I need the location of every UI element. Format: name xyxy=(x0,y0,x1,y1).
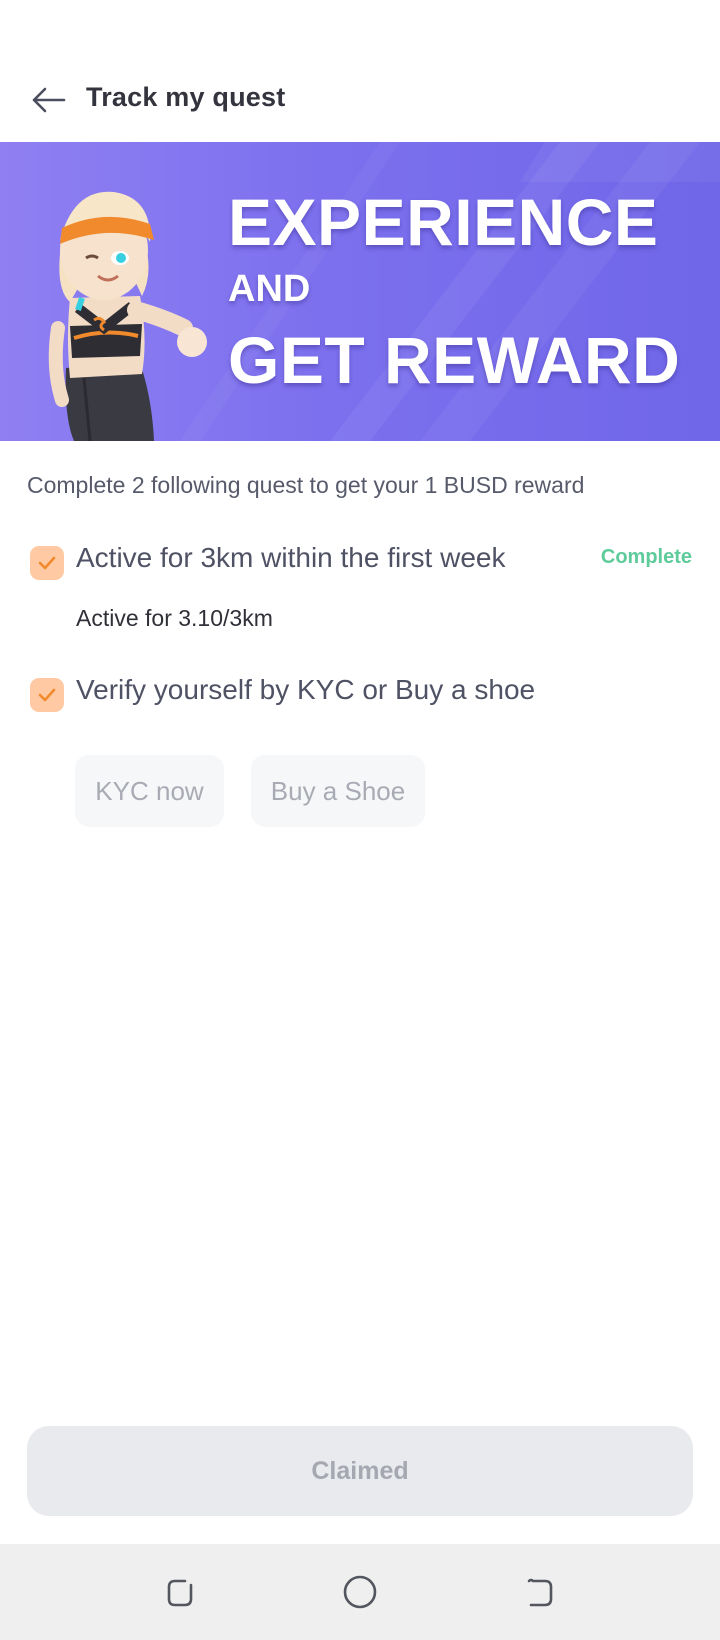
home-icon xyxy=(343,1575,377,1609)
banner-headline-3: GET REWARD xyxy=(228,323,681,397)
quest-2-checkbox[interactable] xyxy=(30,678,64,712)
quest-1-progress: Active for 3.10/3km xyxy=(76,605,273,631)
quest-1-checkbox[interactable] xyxy=(30,546,64,580)
page-title: Track my quest xyxy=(86,82,286,112)
quest-1-title: Active for 3km within the first week xyxy=(76,542,506,573)
back-nav-button[interactable] xyxy=(518,1572,562,1612)
home-button[interactable] xyxy=(338,1572,382,1612)
checkmark-icon xyxy=(38,688,56,702)
app-header: Track my quest xyxy=(0,68,720,132)
buy-shoe-button[interactable]: Buy a Shoe xyxy=(251,755,425,827)
back-button[interactable] xyxy=(24,80,72,120)
back-icon xyxy=(527,1578,553,1607)
banner-headline-1: EXPERIENCE xyxy=(228,185,659,259)
screen: Track my quest EXPERIENCE AND GET REWARD… xyxy=(0,0,720,1640)
checkmark-icon xyxy=(38,556,56,570)
system-nav-bar xyxy=(0,1544,720,1640)
arrow-left-icon xyxy=(32,87,66,113)
banner-headline-2: AND xyxy=(228,268,311,310)
mascot-illustration xyxy=(48,191,207,441)
quest-2-title: Verify yourself by KYC or Buy a shoe xyxy=(76,674,536,705)
quest-intro-text: Complete 2 following quest to get your 1… xyxy=(27,472,585,498)
promo-banner: EXPERIENCE AND GET REWARD xyxy=(0,142,720,441)
kyc-now-button[interactable]: KYC now xyxy=(75,755,224,827)
quest-1-status: Complete xyxy=(600,546,692,568)
claimed-button[interactable]: Claimed xyxy=(27,1426,693,1516)
recent-apps-icon xyxy=(167,1579,193,1607)
recent-apps-button[interactable] xyxy=(158,1572,202,1612)
